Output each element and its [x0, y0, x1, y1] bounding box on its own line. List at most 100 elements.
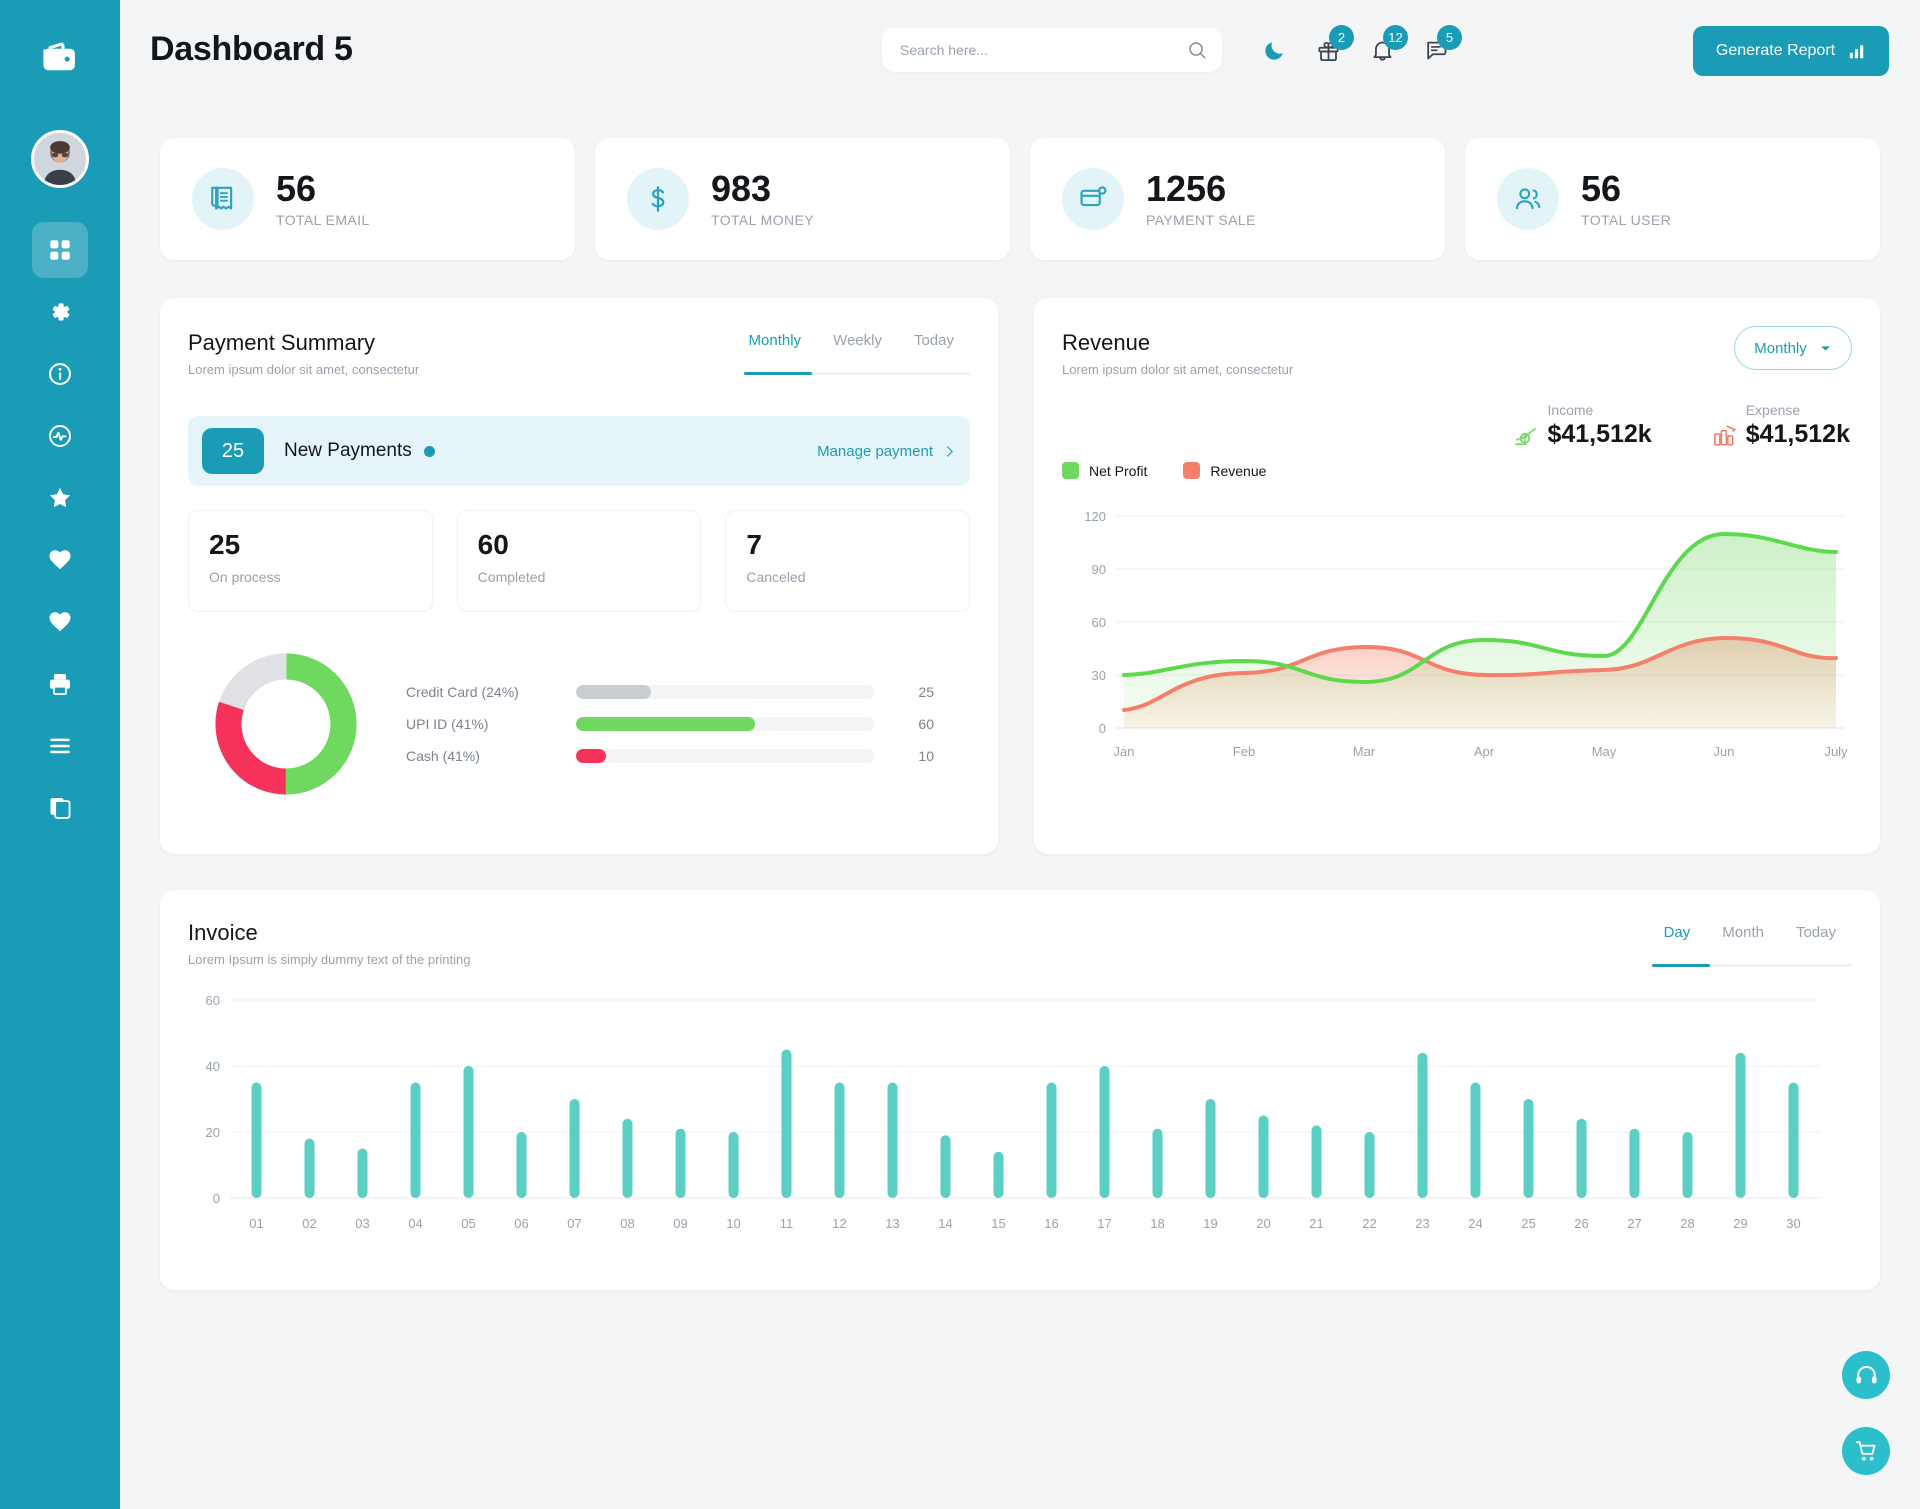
search-input[interactable] — [900, 42, 1186, 58]
stat-card-total-user[interactable]: 56 TOTAL USER — [1465, 138, 1880, 260]
expense-value: $41,512k — [1745, 420, 1850, 448]
messages-button[interactable]: 5 — [1422, 25, 1462, 65]
invoice-bar[interactable] — [1788, 1082, 1799, 1199]
invoice-x-label: 08 — [620, 1216, 634, 1231]
heart-icon — [49, 550, 71, 570]
header-icon-group: 2 12 5 — [1260, 25, 1462, 72]
invoice-bar[interactable] — [675, 1128, 686, 1198]
sidebar-item-dashboard[interactable] — [32, 222, 88, 278]
invoice-bar[interactable] — [887, 1082, 898, 1199]
stat-card-total-money[interactable]: 983 TOTAL MONEY — [595, 138, 1010, 260]
svg-text:0: 0 — [213, 1191, 220, 1206]
legend-item-net-profit[interactable]: Net Profit — [1062, 462, 1147, 479]
activity-icon — [49, 425, 71, 447]
payment-tab-indicator-track — [744, 372, 970, 375]
invoice-x-label: 28 — [1680, 1216, 1694, 1231]
cart-button[interactable] — [1842, 1427, 1890, 1475]
invoice-x-label: 03 — [355, 1216, 369, 1231]
invoice-bar[interactable] — [1311, 1125, 1322, 1198]
manage-payment-link[interactable]: Manage payment — [817, 443, 956, 460]
legend-swatch — [1183, 462, 1201, 479]
invoice-bar[interactable] — [410, 1082, 421, 1199]
stat-icon-wrap — [192, 168, 254, 230]
invoice-bar[interactable] — [463, 1066, 474, 1198]
tab-monthly[interactable]: Monthly — [733, 332, 818, 361]
tab-today[interactable]: Today — [1780, 924, 1852, 953]
page-title: Dashboard 5 — [150, 30, 353, 68]
invoice-bar[interactable] — [1364, 1132, 1375, 1198]
stat-card-payment-sale[interactable]: 1256 PAYMENT SALE — [1030, 138, 1445, 260]
sidebar-item-list[interactable] — [32, 718, 88, 774]
invoice-bar[interactable] — [781, 1049, 792, 1199]
invoice-bar[interactable] — [1099, 1066, 1110, 1198]
invoice-bar[interactable] — [304, 1138, 315, 1198]
payment-summary-tabs: Monthly Weekly Today — [733, 332, 970, 361]
invoice-bar[interactable] — [1682, 1132, 1693, 1198]
sidebar-item-wishlist[interactable] — [32, 594, 88, 650]
legend-item-revenue[interactable]: Revenue — [1183, 462, 1266, 479]
invoice-x-label: 21 — [1309, 1216, 1323, 1231]
invoice-bar[interactable] — [728, 1132, 739, 1198]
invoice-bar[interactable] — [622, 1118, 633, 1198]
invoice-tab-indicator — [1652, 964, 1710, 967]
invoice-bar[interactable] — [1470, 1082, 1481, 1199]
invoice-bar[interactable] — [569, 1099, 580, 1198]
stat-value: 1256 — [1146, 168, 1227, 210]
bar-row-upi-id: UPI ID (41%) 60 — [406, 708, 970, 740]
invoice-bar[interactable] — [834, 1082, 845, 1199]
invoice-bar[interactable] — [1576, 1118, 1587, 1198]
sidebar-item-info[interactable] — [32, 346, 88, 402]
tab-month[interactable]: Month — [1706, 924, 1780, 953]
search-icon[interactable] — [1186, 39, 1208, 61]
revenue-subtitle: Lorem ipsum dolor sit amet, consectetur — [1062, 362, 1294, 377]
sidebar-item-documents[interactable] — [32, 780, 88, 836]
stat-icon-wrap — [1062, 168, 1124, 230]
invoice-bar[interactable] — [1046, 1082, 1057, 1199]
generate-report-button[interactable]: Generate Report — [1693, 26, 1889, 76]
sidebar-item-liked[interactable] — [32, 532, 88, 588]
notifications-button[interactable]: 12 — [1368, 25, 1408, 65]
stat-card-total-email[interactable]: 56 TOTAL EMAIL — [160, 138, 575, 260]
sidebar-item-print[interactable] — [32, 656, 88, 712]
invoice-bar[interactable] — [1205, 1099, 1216, 1198]
tab-today[interactable]: Today — [898, 332, 970, 361]
invoice-bar[interactable] — [993, 1151, 1004, 1198]
invoice-bar[interactable] — [1417, 1052, 1428, 1198]
invoice-bar[interactable] — [357, 1148, 368, 1199]
invoice-x-label: 09 — [673, 1216, 687, 1231]
bar-fill — [576, 717, 755, 731]
bar-label: UPI ID (41%) — [406, 716, 489, 732]
revenue-period-select[interactable]: Monthly — [1734, 326, 1852, 370]
tab-weekly[interactable]: Weekly — [817, 332, 898, 361]
invoice-bar[interactable] — [1258, 1115, 1269, 1199]
invoice-bar[interactable] — [1735, 1052, 1746, 1198]
svg-text:30: 30 — [1092, 668, 1106, 683]
printer-icon — [50, 674, 70, 695]
stat-label: TOTAL USER — [1581, 211, 1672, 228]
mini-stat-value: 60 — [477, 529, 509, 560]
gifts-button[interactable]: 2 — [1314, 25, 1354, 65]
mini-stat-value: 25 — [209, 529, 241, 560]
notification-badge: 12 — [1383, 25, 1408, 50]
sidebar-item-activity[interactable] — [32, 408, 88, 464]
bar-row-cash: Cash (41%) 10 — [406, 740, 970, 772]
dark-mode-toggle[interactable] — [1260, 35, 1288, 65]
invoice-bar[interactable] — [251, 1082, 262, 1199]
sidebar-item-favorites[interactable] — [32, 470, 88, 526]
invoice-tabs: Day Month Today — [1648, 924, 1852, 953]
invoice-bar[interactable] — [516, 1132, 527, 1198]
tab-day[interactable]: Day — [1648, 924, 1707, 953]
sidebar-nav — [0, 222, 120, 842]
invoice-bar[interactable] — [940, 1135, 951, 1198]
invoice-bar[interactable] — [1523, 1099, 1534, 1198]
brand-logo[interactable] — [29, 26, 91, 88]
payment-mini-stats: 25 On process 60 Completed 7 Canceled — [188, 510, 971, 612]
invoice-bar[interactable] — [1629, 1128, 1640, 1198]
sidebar-item-settings[interactable] — [32, 284, 88, 340]
new-payments-banner[interactable]: 25 New Payments Manage payment — [188, 416, 970, 486]
invoice-bar[interactable] — [1152, 1128, 1163, 1198]
search-box[interactable] — [882, 28, 1222, 72]
support-button[interactable] — [1842, 1351, 1890, 1399]
avatar[interactable] — [31, 130, 89, 188]
stat-value: 56 — [1581, 168, 1622, 210]
